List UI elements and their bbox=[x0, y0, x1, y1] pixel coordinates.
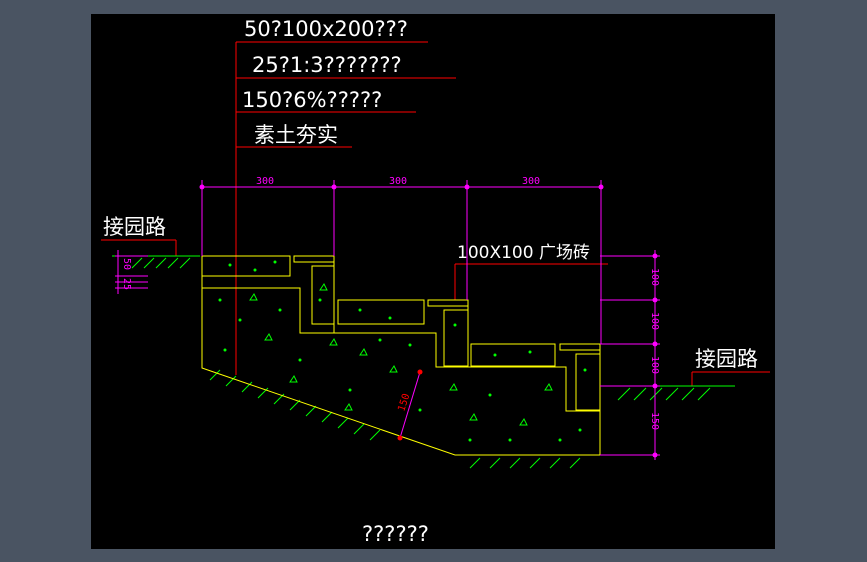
dim-left-2: 25 bbox=[121, 278, 132, 290]
dim-top-2: 300 bbox=[389, 176, 407, 187]
dim-top-1: 300 bbox=[256, 176, 274, 187]
note-line-4: 素土夯实 bbox=[254, 123, 338, 147]
dim-right-3: 100 bbox=[649, 356, 660, 374]
dim-top-3: 300 bbox=[522, 176, 540, 187]
dim-right-2: 100 bbox=[649, 312, 660, 330]
dim-slope: 150 bbox=[396, 392, 412, 413]
left-road-label: 接园路 bbox=[103, 215, 166, 239]
dim-right-4: 150 bbox=[649, 412, 660, 430]
dim-right-1: 100 bbox=[649, 268, 660, 286]
note-line-1: 50?100x200??? bbox=[244, 17, 408, 41]
section-drawing: 50?100x200??? 25?1:3??????? 150?6%????? … bbox=[101, 17, 770, 546]
right-road-label: 接园路 bbox=[695, 347, 758, 371]
note-line-3: 150?6%????? bbox=[242, 88, 382, 112]
dimension-lines bbox=[115, 180, 660, 460]
brick-label: 100X100 广场砖 bbox=[457, 243, 590, 263]
drawing-title: ?????? bbox=[362, 522, 429, 546]
dim-left-1: 50 bbox=[121, 258, 132, 270]
dimension-ticks bbox=[199, 184, 658, 458]
note-line-2: 25?1:3??????? bbox=[252, 53, 402, 77]
concrete-section bbox=[201, 255, 601, 456]
